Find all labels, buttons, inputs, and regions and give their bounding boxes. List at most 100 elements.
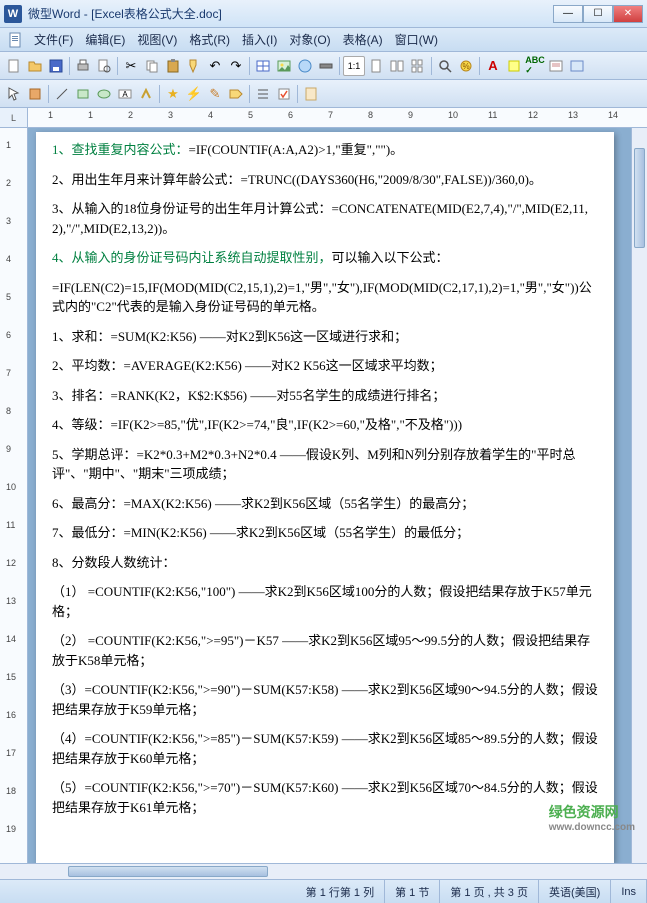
paste-icon[interactable]	[163, 56, 183, 76]
minimize-button[interactable]: —	[553, 5, 583, 23]
insert-image-icon[interactable]	[274, 56, 294, 76]
paragraph-text: =IF(COUNTIF(A:A,A2)>1,"重复","")。	[189, 142, 404, 157]
tag-icon[interactable]	[226, 84, 246, 104]
checkbox-icon[interactable]	[274, 84, 294, 104]
cut-icon[interactable]: ✂	[121, 56, 141, 76]
paragraph[interactable]: =IF(LEN(C2)=15,IF(MOD(MID(C2,15,1),2)=1,…	[52, 278, 598, 317]
maximize-button[interactable]: ☐	[583, 5, 613, 23]
redo-icon[interactable]: ↷	[226, 56, 246, 76]
scroll-thumb[interactable]	[634, 148, 645, 248]
zoom-100-icon[interactable]: 1:1	[343, 56, 365, 76]
reading-layout-icon[interactable]	[546, 56, 566, 76]
paragraph-text: 7、最低分：=MIN(K2:K56) ——求K2到K56区域（55名学生）的最低…	[52, 525, 469, 540]
insert-table-icon[interactable]	[253, 56, 273, 76]
separator	[48, 85, 49, 103]
paragraph[interactable]: （5）=COUNTIF(K2:K56,">=70")－SUM(K57:K60) …	[52, 778, 598, 817]
paragraph[interactable]: 5、学期总评：=K2*0.3+M2*0.3+N2*0.4 ——假设K列、M列和N…	[52, 445, 598, 484]
document-page[interactable]: 1、查找重复内容公式：=IF(COUNTIF(A:A,A2)>1,"重复",""…	[36, 132, 614, 863]
bookmark-icon[interactable]	[316, 56, 336, 76]
paragraph-text: 6、最高分：=MAX(K2:K56) ——求K2到K56区域（55名学生）的最高…	[52, 496, 474, 511]
text-box-icon[interactable]: A	[115, 84, 135, 104]
ruler-tick: 3	[6, 216, 11, 226]
options-icon[interactable]	[567, 56, 587, 76]
separator	[69, 57, 70, 75]
paragraph[interactable]: 3、从输入的18位身份证号的出生年月计算公式：=CONCATENATE(MID(…	[52, 199, 598, 238]
separator	[297, 85, 298, 103]
ruler-tick: 14	[6, 634, 16, 644]
menu-window[interactable]: 窗口(W)	[389, 28, 444, 51]
paragraph[interactable]: 8、分数段人数统计：	[52, 553, 598, 573]
horizontal-scrollbar[interactable]	[0, 863, 647, 879]
vertical-ruler[interactable]: 12345678910111213141516171819	[0, 128, 28, 863]
print-icon[interactable]	[73, 56, 93, 76]
ruler-tick: 8	[368, 110, 373, 120]
wordart-icon[interactable]	[136, 84, 156, 104]
save-icon[interactable]	[46, 56, 66, 76]
paragraph[interactable]: （2） =COUNTIF(K2:K56,">=95")－K57 ——求K2到K5…	[52, 631, 598, 670]
paragraph[interactable]: 7、最低分：=MIN(K2:K56) ——求K2到K56区域（55名学生）的最低…	[52, 523, 598, 543]
two-page-icon[interactable]	[387, 56, 407, 76]
select-object-icon[interactable]	[4, 84, 24, 104]
paragraph[interactable]: （3）=COUNTIF(K2:K56,">=90")－SUM(K57:K58) …	[52, 680, 598, 719]
spellcheck-icon[interactable]: ABC✓	[525, 56, 545, 76]
main-area: 12345678910111213141516171819 1、查找重复内容公式…	[0, 128, 647, 863]
format-painter-icon[interactable]	[184, 56, 204, 76]
page-view-icon[interactable]	[366, 56, 386, 76]
replace-icon[interactable]: %	[456, 56, 476, 76]
paragraph-text: （2） =COUNTIF(K2:K56,">=95")－K57 ——求K2到K5…	[52, 633, 590, 668]
rectangle-icon[interactable]	[73, 84, 93, 104]
close-button[interactable]: ✕	[613, 5, 643, 23]
highlight-icon[interactable]	[504, 56, 524, 76]
vertical-scrollbar[interactable]	[631, 128, 647, 863]
font-color-icon[interactable]: A	[483, 56, 503, 76]
new-icon[interactable]	[4, 56, 24, 76]
separator	[431, 57, 432, 75]
line-icon[interactable]	[52, 84, 72, 104]
paragraph-text: 8、分数段人数统计：	[52, 555, 176, 570]
open-icon[interactable]	[25, 56, 45, 76]
pencil-icon[interactable]: ✎	[205, 84, 225, 104]
menubar: 文件(F) 编辑(E) 视图(V) 格式(R) 插入(I) 对象(O) 表格(A…	[0, 28, 647, 52]
menu-insert[interactable]: 插入(I)	[236, 28, 283, 51]
multi-page-icon[interactable]	[408, 56, 428, 76]
hyperlink-icon[interactable]	[295, 56, 315, 76]
menu-view[interactable]: 视图(V)	[131, 28, 183, 51]
autoshapes-icon[interactable]	[94, 84, 114, 104]
paragraph[interactable]: 4、从输入的身份证号码内让系统自动提取性别，可以输入以下公式：	[52, 248, 598, 268]
paragraph[interactable]: 3、排名：=RANK(K2，K$2:K$56) ——对55名学生的成绩进行排名；	[52, 386, 598, 406]
copy-icon[interactable]	[142, 56, 162, 76]
paragraph[interactable]: 2、用出生年月来计算年龄公式：=TRUNC((DAYS360(H6,"2009/…	[52, 170, 598, 190]
menu-table[interactable]: 表格(A)	[337, 28, 389, 51]
menu-object[interactable]: 对象(O)	[283, 28, 336, 51]
toolbar-standard: ✂ ↶ ↷ 1:1 % A ABC✓	[0, 52, 647, 80]
document-viewport[interactable]: 1、查找重复内容公式：=IF(COUNTIF(A:A,A2)>1,"重复",""…	[28, 128, 631, 863]
status-page: 第 1 页 , 共 3 页	[440, 880, 539, 903]
paragraph[interactable]: 4、等级：=IF(K2>=85,"优",IF(K2>=74,"良",IF(K2>…	[52, 415, 598, 435]
menu-format[interactable]: 格式(R)	[183, 28, 236, 51]
list-icon[interactable]	[253, 84, 273, 104]
ruler-tick: 2	[128, 110, 133, 120]
paragraph[interactable]: 6、最高分：=MAX(K2:K56) ——求K2到K56区域（55名学生）的最高…	[52, 494, 598, 514]
draw-menu-icon[interactable]	[25, 84, 45, 104]
find-icon[interactable]	[435, 56, 455, 76]
ruler-tick: 1	[6, 140, 11, 150]
paragraph[interactable]: 1、求和：=SUM(K2:K56) ——对K2到K56这一区域进行求和；	[52, 327, 598, 347]
paragraph[interactable]: 2、平均数：=AVERAGE(K2:K56) ——对K2 K56这一区域求平均数…	[52, 356, 598, 376]
paragraph[interactable]: （4）=COUNTIF(K2:K56,">=85")－SUM(K57:K59) …	[52, 729, 598, 768]
star-icon[interactable]: ★	[163, 84, 183, 104]
print-preview-icon[interactable]	[94, 56, 114, 76]
undo-icon[interactable]: ↶	[205, 56, 225, 76]
paragraph[interactable]: 1、查找重复内容公式：=IF(COUNTIF(A:A,A2)>1,"重复",""…	[52, 140, 598, 160]
menu-edit[interactable]: 编辑(E)	[79, 28, 131, 51]
ruler-tick: 6	[288, 110, 293, 120]
menu-file[interactable]: 文件(F)	[28, 28, 79, 51]
lightning-icon[interactable]: ⚡	[184, 84, 204, 104]
highlighted-text: 4、从输入的身份证号码内让系统自动提取性别，	[52, 250, 332, 265]
ruler-tick: 13	[568, 110, 578, 120]
properties-icon[interactable]	[301, 84, 321, 104]
highlighted-text: 1、查找重复内容公式：	[52, 142, 189, 157]
paragraph-text: （1） =COUNTIF(K2:K56,"100") ——求K2到K56区域10…	[52, 584, 592, 619]
scroll-thumb[interactable]	[68, 866, 268, 877]
paragraph[interactable]: （1） =COUNTIF(K2:K56,"100") ——求K2到K56区域10…	[52, 582, 598, 621]
horizontal-ruler[interactable]: 11234567891011121314	[28, 108, 647, 127]
